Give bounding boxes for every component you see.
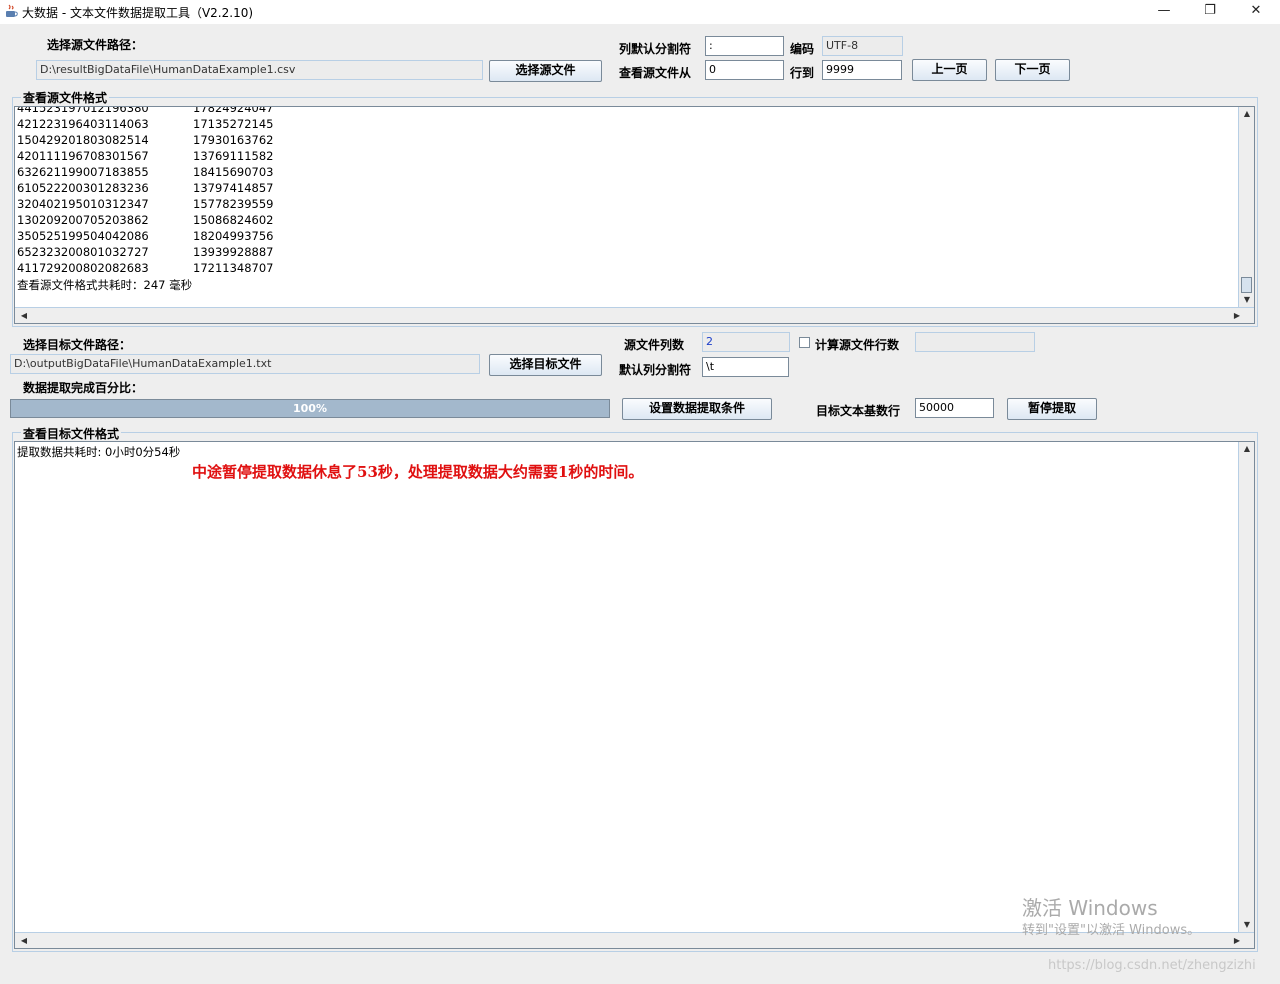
scroll-down-arrow-icon[interactable]: ▼ (1240, 918, 1254, 932)
horizontal-scrollbar[interactable]: ◀ ▶ (15, 307, 1254, 323)
scroll-right-arrow-icon[interactable]: ▶ (1230, 309, 1244, 323)
id-cell: 150429201803082514 (17, 133, 149, 147)
id-cell: 130209200705203862 (17, 213, 149, 227)
base-rows-input[interactable]: 50000 (915, 398, 994, 418)
progress-bar: 100% (10, 399, 610, 418)
scroll-left-arrow-icon[interactable]: ◀ (17, 934, 31, 948)
id-cell: 411729200802082683 (17, 261, 149, 275)
source-path-field: D:\resultBigDataFile\HumanDataExample1.c… (36, 60, 483, 80)
target-view-textarea[interactable]: 提取数据共耗时: 0小时0分54秒 中途暂停提取数据休息了53秒，处理提取数据大… (14, 441, 1255, 949)
phone-cell: 13939928887 (193, 245, 274, 259)
phone-cell: 13797414857 (193, 181, 274, 195)
phone-cell: 17824924047 (193, 106, 274, 115)
scroll-down-arrow-icon[interactable]: ▼ (1240, 293, 1254, 307)
to-row-input[interactable]: 9999 (822, 60, 902, 80)
count-rows-field (915, 332, 1035, 352)
id-cell: 441523197012196380 (17, 106, 149, 115)
view-from-label: 查看源文件从 (619, 66, 692, 80)
phone-cell: 15778239559 (193, 197, 274, 211)
id-cell: 632621199007183855 (17, 165, 149, 179)
scroll-right-arrow-icon[interactable]: ▶ (1230, 934, 1244, 948)
phone-cell: 18415690703 (193, 165, 274, 179)
encoding-label: 编码 (790, 42, 815, 56)
scroll-thumb[interactable] (1241, 277, 1252, 293)
default-delimiter-label: 默认列分割符 (619, 363, 692, 377)
maximize-button[interactable]: ❐ (1187, 0, 1233, 24)
col-delimiter-label: 列默认分割符 (619, 42, 692, 56)
default-delimiter-input[interactable]: \t (702, 357, 789, 377)
count-rows-label: 计算源文件行数 (815, 338, 900, 352)
source-timing-text: 查看源文件格式共耗时：247 毫秒 (17, 278, 193, 292)
phone-cell: 17930163762 (193, 133, 274, 147)
phone-cell: 17135272145 (193, 117, 274, 131)
encoding-field: UTF-8 (822, 36, 903, 56)
id-cell: 652323200801032727 (17, 245, 149, 259)
phone-cell: 15086824602 (193, 213, 274, 227)
blog-watermark: https://blog.csdn.net/zhengzizhi (1048, 958, 1256, 973)
id-cell: 320402195010312347 (17, 197, 149, 211)
minimize-button[interactable]: — (1141, 0, 1187, 24)
phone-cell: 13769111582 (193, 149, 274, 163)
progress-text: 100% (293, 402, 327, 415)
id-cell: 421223196403114063 (17, 117, 149, 131)
target-path-label: 选择目标文件路径： (23, 338, 132, 352)
java-app-icon (6, 4, 18, 17)
activate-windows-title: 激活 Windows (1022, 896, 1158, 920)
source-view-textarea[interactable]: 441523197012196380 17824924047 421223196… (14, 106, 1255, 324)
source-view-title: 查看源文件格式 (21, 89, 110, 106)
col-delimiter-input[interactable]: : (705, 36, 784, 56)
choose-source-file-button[interactable]: 选择源文件 (489, 60, 602, 82)
base-rows-label: 目标文本基数行 (816, 404, 901, 418)
activate-windows-subtitle: 转到"设置"以激活 Windows。 (1022, 923, 1201, 938)
id-cell: 420111196708301567 (17, 149, 149, 163)
scroll-up-arrow-icon[interactable]: ▲ (1240, 442, 1254, 456)
pause-extraction-button[interactable]: 暂停提取 (1007, 398, 1097, 420)
choose-target-file-button[interactable]: 选择目标文件 (489, 354, 602, 376)
phone-cell: 18204993756 (193, 229, 274, 243)
target-path-field: D:\outputBigDataFile\HumanDataExample1.t… (10, 354, 480, 374)
target-view-title: 查看目标文件格式 (21, 425, 122, 442)
scroll-up-arrow-icon[interactable]: ▲ (1240, 107, 1254, 121)
col-count-field: 2 (702, 332, 790, 352)
next-page-button[interactable]: 下一页 (995, 59, 1070, 81)
count-rows-checkbox[interactable] (799, 337, 810, 348)
phone-cell: 17211348707 (193, 261, 274, 275)
vertical-scrollbar[interactable]: ▲ ▼ (1238, 107, 1254, 308)
window-title: 大数据 - 文本文件数据提取工具（V2.2.10) (22, 6, 254, 20)
extraction-timing-text: 提取数据共耗时: 0小时0分54秒 (17, 445, 181, 459)
title-bar: 大数据 - 文本文件数据提取工具（V2.2.10) — ❐ ✕ (0, 0, 1280, 24)
id-cell: 610522200301283236 (17, 181, 149, 195)
prev-page-button[interactable]: 上一页 (912, 59, 987, 81)
scroll-left-arrow-icon[interactable]: ◀ (17, 309, 31, 323)
to-row-label: 行到 (790, 66, 815, 80)
set-conditions-button[interactable]: 设置数据提取条件 (622, 398, 772, 420)
id-cell: 350525199504042086 (17, 229, 149, 243)
col-count-label: 源文件列数 (624, 338, 685, 352)
progress-label: 数据提取完成百分比： (23, 381, 144, 395)
close-button[interactable]: ✕ (1233, 0, 1279, 24)
annotation-text: 中途暂停提取数据休息了53秒，处理提取数据大约需要1秒的时间。 (192, 463, 644, 481)
source-path-label: 选择源文件路径： (47, 38, 144, 52)
view-from-input[interactable]: 0 (705, 60, 784, 80)
vertical-scrollbar[interactable]: ▲ ▼ (1238, 442, 1254, 933)
